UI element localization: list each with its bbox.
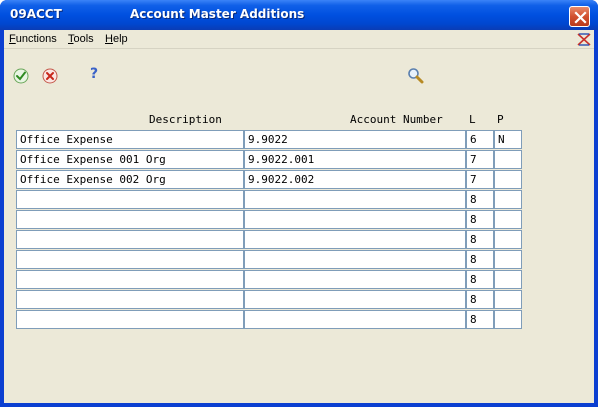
grid-row: 8 [4,250,594,270]
title-bar[interactable]: 09ACCT Account Master Additions [0,0,598,30]
grid-row: 8 [4,290,594,310]
account-number-cell[interactable]: 9.9022 [244,130,466,149]
level-cell[interactable]: 8 [466,230,494,249]
account-number-cell[interactable] [244,310,466,329]
level-cell[interactable]: 6 [466,130,494,149]
client-area: Functions Tools Help ? Description Accou… [4,30,594,403]
level-cell[interactable]: 8 [466,290,494,309]
description-cell[interactable]: Office Expense 002 Org [16,170,244,189]
description-cell[interactable] [16,210,244,229]
menu-help-accesskey: H [105,33,113,45]
account-number-cell[interactable] [244,290,466,309]
posting-cell[interactable] [494,230,522,249]
level-cell[interactable]: 7 [466,150,494,169]
grid-row: Office Expense 002 Org 9.9022.002 7 [4,170,594,190]
close-button[interactable] [569,6,590,27]
menu-tools[interactable]: Tools [68,33,94,45]
grid-row: 8 [4,270,594,290]
header-account-number: Account Number [350,113,443,126]
account-number-cell[interactable] [244,190,466,209]
menu-bar: Functions Tools Help [4,30,594,49]
header-description: Description [149,113,222,126]
menu-functions[interactable]: Functions [9,33,57,45]
account-number-cell[interactable] [244,250,466,269]
description-cell[interactable] [16,190,244,209]
header-posting: P [497,113,504,126]
grid-row: Office Expense 001 Org 9.9022.001 7 [4,150,594,170]
menu-functions-label: unctions [15,33,57,45]
description-cell[interactable] [16,250,244,269]
posting-cell[interactable] [494,290,522,309]
description-cell[interactable] [16,270,244,289]
grid-row: 8 [4,230,594,250]
account-number-cell[interactable] [244,270,466,289]
account-number-cell[interactable]: 9.9022.001 [244,150,466,169]
account-grid: Description Account Number L P Office Ex… [4,94,594,403]
magnifier-icon[interactable] [407,67,424,84]
level-cell[interactable]: 8 [466,210,494,229]
level-cell[interactable]: 8 [466,250,494,269]
posting-cell[interactable] [494,190,522,209]
menu-help-label: elp [112,33,128,45]
description-cell[interactable] [16,230,244,249]
description-cell[interactable] [16,310,244,329]
cancel-icon[interactable] [42,68,58,84]
app-window: 09ACCT Account Master Additions Function… [0,0,598,407]
account-number-cell[interactable] [244,210,466,229]
grid-row: Office Expense 9.9022 6 N [4,130,594,150]
posting-cell[interactable] [494,270,522,289]
menu-help[interactable]: Help [105,33,128,45]
posting-cell[interactable] [494,150,522,169]
app-id: 09ACCT [10,7,62,21]
level-cell[interactable]: 8 [466,270,494,289]
posting-cell[interactable] [494,210,522,229]
grid-row: 8 [4,210,594,230]
level-cell[interactable]: 8 [466,190,494,209]
description-cell[interactable] [16,290,244,309]
posting-cell[interactable]: N [494,130,522,149]
header-level: L [469,113,476,126]
posting-cell[interactable] [494,250,522,269]
posting-cell[interactable] [494,170,522,189]
menu-tools-label: ools [73,33,94,45]
jde-logo-icon [577,33,591,46]
posting-cell[interactable] [494,310,522,329]
grid-row: 8 [4,190,594,210]
menu-functions-accesskey: F [9,33,16,45]
level-cell[interactable]: 8 [466,310,494,329]
description-cell[interactable]: Office Expense 001 Org [16,150,244,169]
close-icon [574,11,587,24]
account-number-cell[interactable]: 9.9022.002 [244,170,466,189]
account-number-cell[interactable] [244,230,466,249]
question-icon[interactable]: ? [90,66,98,82]
window-title: Account Master Additions [130,7,305,21]
checkmark-icon[interactable] [13,68,29,84]
level-cell[interactable]: 7 [466,170,494,189]
grid-row: 8 [4,310,594,330]
description-cell[interactable]: Office Expense [16,130,244,149]
